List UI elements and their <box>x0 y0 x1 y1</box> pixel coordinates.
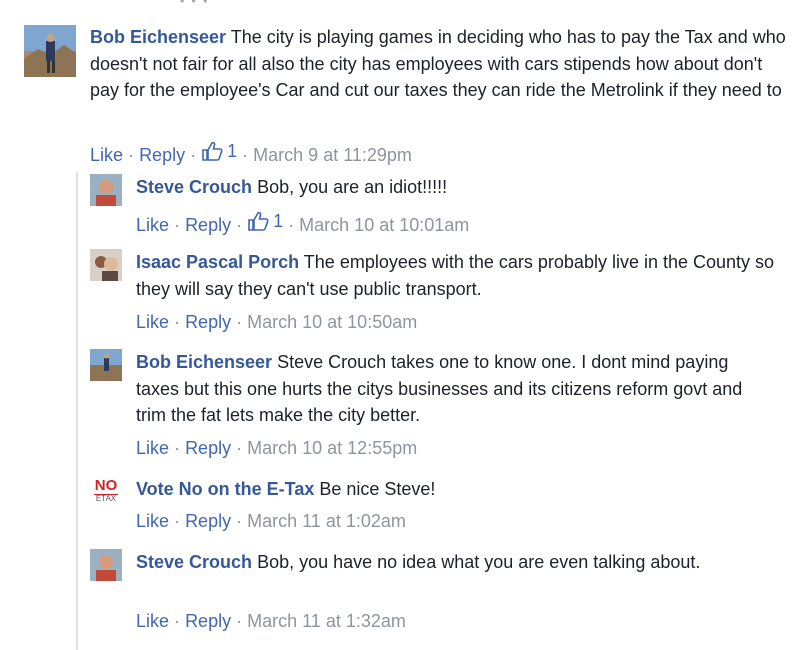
reaction-count[interactable]: 1 <box>247 210 283 232</box>
avatar[interactable] <box>90 549 122 581</box>
like-link[interactable]: Like <box>136 312 169 332</box>
thumbs-up-icon <box>202 141 223 161</box>
author-name[interactable]: Bob Eichenseer <box>90 27 226 47</box>
timestamp[interactable]: March 9 at 11:29pm <box>253 145 412 165</box>
separator: · <box>174 312 181 332</box>
timestamp[interactable]: March 10 at 10:01am <box>299 215 469 235</box>
separator: · <box>174 511 181 531</box>
logo-text: NO <box>94 477 118 494</box>
reply-text: Bob, you have no idea what you are even … <box>257 552 701 572</box>
vote-no-logo: NO ETAX <box>90 478 122 508</box>
avatar[interactable] <box>90 349 122 381</box>
reply-actions: Like · Reply · March 11 at 1:02am <box>136 510 406 532</box>
reply-body: Steve Crouch Bob, you are an idiot!!!!! <box>136 174 796 201</box>
timestamp[interactable]: March 10 at 10:50am <box>247 312 417 332</box>
reply-link[interactable]: Reply <box>139 145 185 165</box>
reply-text: Bob, you are an idiot!!!!! <box>257 177 448 197</box>
comment-body: Bob Eichenseer The city is playing games… <box>90 24 796 104</box>
timestamp[interactable]: March 11 at 1:32am <box>247 611 406 631</box>
reply-actions: Like · Reply · March 11 at 1:32am <box>136 610 406 632</box>
separator: · <box>128 145 135 165</box>
reaction-count-value: 1 <box>273 211 284 231</box>
reply-actions: Like · Reply · 1 · March 10 at 10:01am <box>136 210 469 236</box>
avatar[interactable] <box>90 174 122 206</box>
author-name[interactable]: Steve Crouch <box>136 177 252 197</box>
reaction-count[interactable]: 1 <box>201 140 237 162</box>
separator: · <box>288 215 295 235</box>
separator: · <box>236 438 243 458</box>
author-name[interactable]: Vote No on the E-Tax <box>136 479 314 499</box>
logo-subtext: ETAX <box>94 494 118 503</box>
reply-link[interactable]: Reply <box>185 438 231 458</box>
separator: · <box>174 215 181 235</box>
like-link[interactable]: Like <box>90 145 123 165</box>
separator: · <box>190 145 197 165</box>
separator: · <box>236 511 243 531</box>
reply-link[interactable]: Reply <box>185 215 231 235</box>
author-name[interactable]: Bob Eichenseer <box>136 352 272 372</box>
reply-body: Steve Crouch Bob, you have no idea what … <box>136 549 716 576</box>
reply-link[interactable]: Reply <box>185 312 231 332</box>
reply: Isaac Pascal Porch The employees with th… <box>0 245 800 335</box>
avatar[interactable]: NO ETAX <box>90 476 122 508</box>
reply: NO ETAX Vote No on the E-Tax Be nice Ste… <box>0 472 800 537</box>
reaction-count-value: 1 <box>227 141 238 161</box>
separator: · <box>236 215 243 235</box>
timestamp[interactable]: March 10 at 12:55pm <box>247 438 417 458</box>
reply: Steve Crouch Bob, you have no idea what … <box>0 545 800 645</box>
thumbs-up-icon <box>248 211 269 231</box>
reply-link[interactable]: Reply <box>185 611 231 631</box>
comment: Bob Eichenseer The city is playing games… <box>0 0 800 170</box>
like-link[interactable]: Like <box>136 215 169 235</box>
like-link[interactable]: Like <box>136 611 169 631</box>
reply-actions: Like · Reply · March 10 at 10:50am <box>136 311 417 333</box>
like-link[interactable]: Like <box>136 511 169 531</box>
separator: · <box>242 145 249 165</box>
reply: Steve Crouch Bob, you are an idiot!!!!! … <box>0 170 800 240</box>
author-name[interactable]: Steve Crouch <box>136 552 252 572</box>
reply-body: Vote No on the E-Tax Be nice Steve! <box>136 476 776 503</box>
reply: Bob Eichenseer Steve Crouch takes one to… <box>0 345 800 465</box>
like-link[interactable]: Like <box>136 438 169 458</box>
avatar[interactable] <box>90 249 122 281</box>
separator: · <box>236 611 243 631</box>
author-name[interactable]: Isaac Pascal Porch <box>136 252 299 272</box>
reply-link[interactable]: Reply <box>185 511 231 531</box>
separator: · <box>236 312 243 332</box>
timestamp[interactable]: March 11 at 1:02am <box>247 511 406 531</box>
avatar[interactable] <box>24 25 76 77</box>
reply-actions: Like · Reply · March 10 at 12:55pm <box>136 437 417 459</box>
separator: · <box>174 438 181 458</box>
reply-body: Isaac Pascal Porch The employees with th… <box>136 249 776 302</box>
reply-text: Be nice Steve! <box>319 479 436 499</box>
reply-body: Bob Eichenseer Steve Crouch takes one to… <box>136 349 761 429</box>
separator: · <box>174 611 181 631</box>
comment-actions: Like · Reply · 1 · March 9 at 11:29pm <box>90 140 412 166</box>
